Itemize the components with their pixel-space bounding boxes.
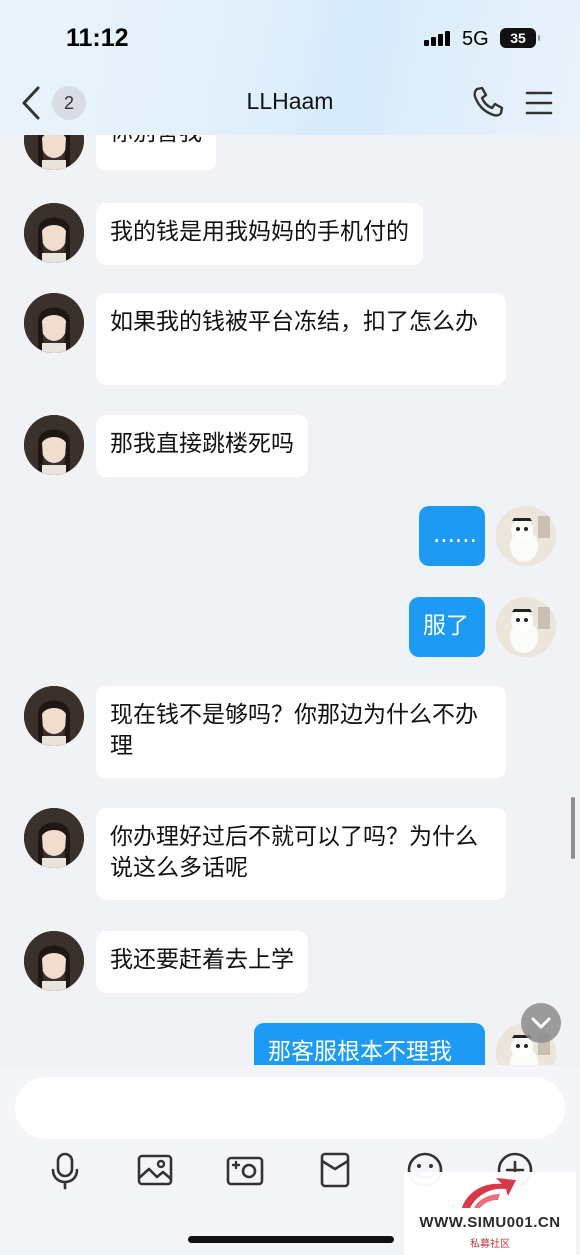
contact-avatar[interactable]	[24, 135, 84, 170]
message-bubble[interactable]: 我的钱是用我妈妈的手机付的	[96, 203, 423, 265]
message-bubble[interactable]: ......	[419, 506, 485, 566]
contact-avatar[interactable]	[24, 203, 84, 263]
contact-avatar[interactable]	[24, 415, 84, 475]
my-avatar[interactable]	[496, 506, 556, 566]
my-avatar[interactable]	[496, 597, 556, 657]
message-bubble[interactable]: 那我直接跳楼死吗	[96, 415, 308, 477]
home-indicator	[188, 1236, 394, 1243]
watermark-logo-icon	[462, 1178, 516, 1208]
chevron-down-icon	[531, 1017, 551, 1029]
message-list[interactable]: 你别害我 我的钱是用我妈妈的手机付的 如果我的钱被平台冻结，扣了怎么办 那我直接…	[0, 135, 580, 1065]
message-bubble[interactable]: 你别害我	[96, 135, 216, 170]
message-bubble[interactable]: 现在钱不是够吗？你那边为什么不办理	[96, 686, 506, 778]
camera-icon[interactable]	[225, 1150, 265, 1190]
watermark-subtitle: 私募社区	[470, 1239, 510, 1250]
scroll-to-bottom-button[interactable]	[521, 1003, 561, 1043]
message-bubble[interactable]: 如果我的钱被平台冻结，扣了怎么办	[96, 293, 506, 385]
image-icon[interactable]	[135, 1150, 175, 1190]
message-bubble[interactable]: 你办理好过后不就可以了吗？为什么说这么多话呢	[96, 808, 506, 900]
menu-icon[interactable]	[524, 88, 554, 118]
battery-icon: 35	[500, 28, 540, 48]
signal-icon	[424, 30, 454, 46]
network-type: 5G	[462, 28, 489, 50]
watermark-text: WWW.SIMU001.CN	[419, 1214, 561, 1231]
contact-avatar[interactable]	[24, 808, 84, 868]
message-input[interactable]	[15, 1077, 565, 1139]
message-bubble[interactable]: 服了	[409, 597, 485, 657]
phone-call-icon[interactable]	[470, 84, 506, 120]
red-packet-icon[interactable]	[315, 1150, 355, 1190]
microphone-icon[interactable]	[45, 1150, 85, 1190]
scrollbar[interactable]	[571, 797, 575, 859]
contact-avatar[interactable]	[24, 931, 84, 991]
message-bubble[interactable]: 我还要赶着去上学	[96, 931, 308, 993]
status-time: 11:12	[66, 24, 129, 52]
watermark: WWW.SIMU001.CN 私募社区	[404, 1172, 576, 1255]
contact-avatar[interactable]	[24, 293, 84, 353]
contact-avatar[interactable]	[24, 686, 84, 746]
message-bubble[interactable]: 那客服根本不理我	[254, 1023, 485, 1065]
